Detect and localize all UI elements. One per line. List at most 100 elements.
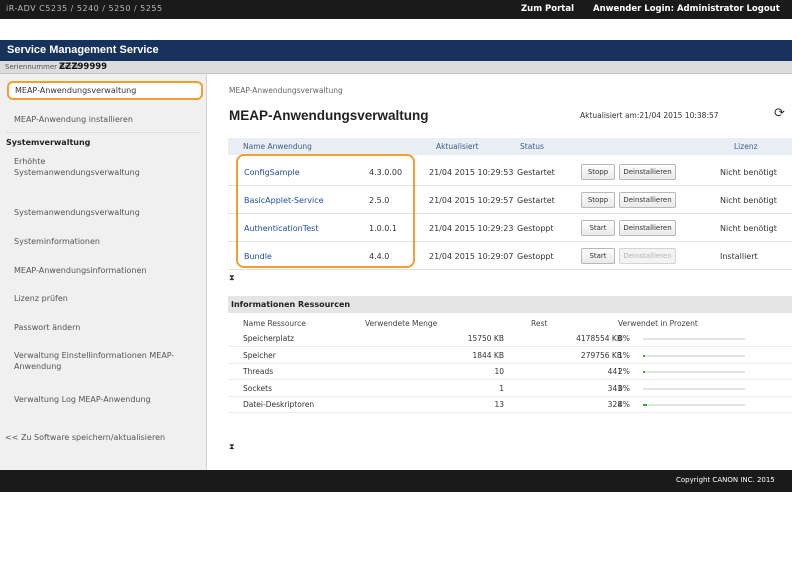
stop-button[interactable]: Stopp <box>581 164 615 180</box>
hourglass-icon: ⧗ <box>229 273 235 282</box>
col-header-status[interactable]: Status <box>520 142 544 151</box>
sidebar-item-license-check[interactable]: Lizenz prüfen <box>14 293 68 304</box>
app-title-bar: Service Management Service <box>0 40 792 61</box>
app-updated: 21/04 2015 10:29:57 <box>429 196 514 205</box>
sidebar-item-system-info[interactable]: Systeminformationen <box>14 236 100 247</box>
resource-row: Sockets 1 343 0% <box>228 381 792 397</box>
main-content: MEAP-Anwendungsverwaltung MEAP-Anwendung… <box>208 74 792 470</box>
resource-rest: 279756 KB <box>580 350 622 360</box>
app-status: Gestoppt <box>517 224 554 233</box>
usage-bar-fill <box>643 371 646 373</box>
uninstall-button[interactable]: Deinstallieren <box>619 164 676 180</box>
uninstall-button-disabled: Deinstallieren <box>619 248 676 264</box>
page-title: MEAP-Anwendungsverwaltung <box>229 108 429 123</box>
usage-bar <box>643 354 745 357</box>
resource-row: Speicher 1844 KB 279756 KB 1% <box>228 348 792 364</box>
top-bar: iR-ADV C5235 / 5240 / 5250 / 5255 Zum Po… <box>0 0 792 19</box>
device-name: iR-ADV C5235 / 5240 / 5250 / 5255 <box>6 4 163 13</box>
user-label: Anwender Login: Administrator <box>593 4 744 14</box>
app-license: Nicht benötigt <box>720 196 777 205</box>
back-to-software-link[interactable]: << Zu Software speichern/aktualisieren <box>5 432 165 443</box>
col-header-percent: Verwendet in Prozent <box>618 319 698 328</box>
footer: Copyright CANON INC. 2015 <box>0 470 792 492</box>
sidebar-item-settings-info[interactable]: Verwaltung Einstellinformationen MEAP-An… <box>14 350 184 372</box>
resource-percent: 4% <box>618 400 630 409</box>
uninstall-button[interactable]: Deinstallieren <box>619 220 676 236</box>
logout-link[interactable]: Logout <box>746 4 779 14</box>
resources-table-header: Name Ressource Verwendete Menge Rest Ver… <box>228 317 792 330</box>
col-header-name[interactable]: Name Anwendung <box>243 142 312 151</box>
start-button[interactable]: Start <box>581 220 615 236</box>
sidebar-item-log[interactable]: Verwaltung Log MEAP-Anwendung <box>14 394 151 405</box>
resource-name: Threads <box>243 367 274 376</box>
sidebar-divider <box>6 132 200 133</box>
resource-rest: 343 <box>607 383 622 393</box>
serial-value: ZZZ99999 <box>59 62 108 72</box>
start-button[interactable]: Start <box>581 248 615 264</box>
app-license: Nicht benötigt <box>720 168 777 177</box>
sidebar-item-system-apps[interactable]: Systemanwendungsverwaltung <box>14 207 140 218</box>
refresh-icon[interactable]: ⟳ <box>774 107 785 120</box>
copyright: Copyright CANON INC. 2015 <box>676 476 775 484</box>
app-title: Service Management Service <box>7 44 159 56</box>
portal-link[interactable]: Zum Portal <box>521 4 574 14</box>
resource-rest: 441 <box>607 367 622 376</box>
resource-name: Speicher <box>243 350 276 360</box>
col-header-resource: Name Ressource <box>243 319 306 328</box>
col-header-rest: Rest <box>531 319 548 328</box>
sidebar-item-label: MEAP-Anwendungsverwaltung <box>15 86 137 95</box>
app-license: Installiert <box>720 252 758 261</box>
sidebar: MEAP-Anwendungsverwaltung MEAP-Anwendung… <box>0 74 207 470</box>
resource-percent: 0% <box>618 334 630 343</box>
apps-table-header: Name Anwendung Aktualisiert Status Lizen… <box>228 138 792 155</box>
sidebar-item-meap-info[interactable]: MEAP-Anwendungsinformationen <box>14 265 147 276</box>
app-status: Gestoppt <box>517 252 554 261</box>
usage-bar-fill <box>643 354 646 357</box>
sidebar-item-change-password[interactable]: Passwort ändern <box>14 322 80 333</box>
resource-row: Datei-Deskriptoren 13 328 4% <box>228 397 792 413</box>
resource-used: 15750 KB <box>467 334 504 343</box>
usage-bar-fill <box>643 404 648 406</box>
updated-timestamp: Aktualisiert am:21/04 2015 10:38:57 <box>580 111 719 120</box>
usage-bar <box>643 338 745 340</box>
col-header-used: Verwendete Menge <box>365 319 438 328</box>
uninstall-button[interactable]: Deinstallieren <box>619 192 676 208</box>
resource-row: Threads 10 441 2% <box>228 364 792 380</box>
resource-name: Speicherplatz <box>243 334 295 343</box>
resource-used: 10 <box>494 367 504 376</box>
serial-bar: Seriennummer Gerät ZZZ99999 <box>0 61 792 74</box>
app-updated: 21/04 2015 10:29:07 <box>429 252 514 261</box>
resource-percent: 2% <box>618 367 630 376</box>
resource-name: Datei-Deskriptoren <box>243 400 315 409</box>
usage-bar <box>643 387 745 390</box>
resource-rest: 328 <box>607 400 622 409</box>
app-updated: 21/04 2015 10:29:23 <box>429 224 514 233</box>
resources-title: Informationen Ressourcen <box>231 300 351 309</box>
resource-used: 1 <box>499 383 504 393</box>
resource-percent: 1% <box>618 350 630 360</box>
breadcrumb[interactable]: MEAP-Anwendungsverwaltung <box>229 86 343 95</box>
sidebar-section-header: Systemverwaltung <box>6 138 91 147</box>
sidebar-item-install[interactable]: MEAP-Anwendung installieren <box>14 114 200 125</box>
col-header-updated[interactable]: Aktualisiert <box>436 142 479 151</box>
resource-row: Speicherplatz 15750 KB 4178554 KB 0% <box>228 331 792 347</box>
sidebar-item-meap-management[interactable]: MEAP-Anwendungsverwaltung <box>7 81 203 100</box>
app-updated: 21/04 2015 10:29:53 <box>429 168 514 177</box>
sidebar-item-extended-system-apps[interactable]: Erhöhte Systemanwendungsverwaltung <box>14 156 164 178</box>
col-header-license[interactable]: Lizenz <box>734 142 758 151</box>
resource-used: 13 <box>494 400 504 409</box>
usage-bar <box>643 404 745 406</box>
app-license: Nicht benötigt <box>720 224 777 233</box>
hourglass-icon: ⧗ <box>229 442 235 451</box>
login-info: Anwender Login: Administrator Logout <box>593 4 780 14</box>
usage-bar <box>643 371 745 373</box>
resources-section-title: Informationen Ressourcen <box>228 296 792 313</box>
resource-name: Sockets <box>243 383 273 393</box>
app-names-highlight <box>236 154 415 268</box>
resource-percent: 0% <box>618 383 630 393</box>
resource-used: 1844 KB <box>472 350 504 360</box>
resource-rest: 4178554 KB <box>576 334 622 343</box>
app-status: Gestartet <box>517 168 555 177</box>
app-status: Gestartet <box>517 196 555 205</box>
stop-button[interactable]: Stopp <box>581 192 615 208</box>
